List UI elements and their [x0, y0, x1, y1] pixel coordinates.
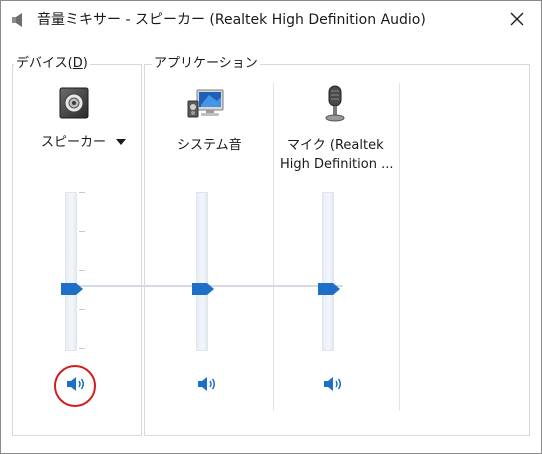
app-mute-button[interactable]: [195, 373, 221, 395]
volume-tick: [79, 309, 85, 310]
app-mute-button[interactable]: [321, 373, 347, 395]
highlight-circle: [54, 365, 96, 407]
close-button[interactable]: [499, 5, 535, 33]
app-name: マイク (Realtek: [287, 138, 384, 153]
volume-tick: [79, 192, 85, 193]
volume-mixer-app-icon: [12, 12, 26, 28]
app-volume-slider-thumb[interactable]: [318, 280, 340, 295]
speaker-device-icon[interactable]: [59, 87, 89, 119]
app-name-continued: High Definition ...: [280, 157, 394, 172]
device-group-label: デバイス(D): [14, 56, 90, 72]
volume-tick: [79, 231, 85, 232]
title-bar: 音量ミキサー - スピーカー (Realtek High Definition …: [1, 1, 541, 39]
volume-tick: [79, 348, 85, 349]
app-name: システム音: [177, 138, 242, 153]
app-volume-slider-thumb[interactable]: [192, 280, 214, 295]
device-name[interactable]: スピーカー: [41, 133, 106, 152]
device-accelerator-key: D: [72, 56, 83, 71]
speaker-volume-icon: [324, 377, 341, 391]
speaker-volume-icon: [198, 377, 215, 391]
applications-group-label: アプリケーション: [152, 56, 260, 72]
column-separator: [273, 83, 274, 411]
column-separator: [399, 83, 400, 411]
device-peak-meter: [65, 192, 77, 351]
app-peak-meter: [322, 192, 334, 351]
volume-mixer-window: 音量ミキサー - スピーカー (Realtek High Definition …: [0, 0, 542, 454]
system-sounds-icon: [187, 87, 227, 123]
volume-tick: [79, 270, 85, 271]
window-title: 音量ミキサー - スピーカー (Realtek High Definition …: [37, 12, 426, 28]
app-peak-meter: [196, 192, 208, 351]
close-icon: [510, 12, 524, 26]
microphone-icon: [323, 85, 347, 123]
device-dropdown-arrow[interactable]: [116, 139, 126, 145]
device-volume-slider-thumb[interactable]: [61, 280, 83, 295]
